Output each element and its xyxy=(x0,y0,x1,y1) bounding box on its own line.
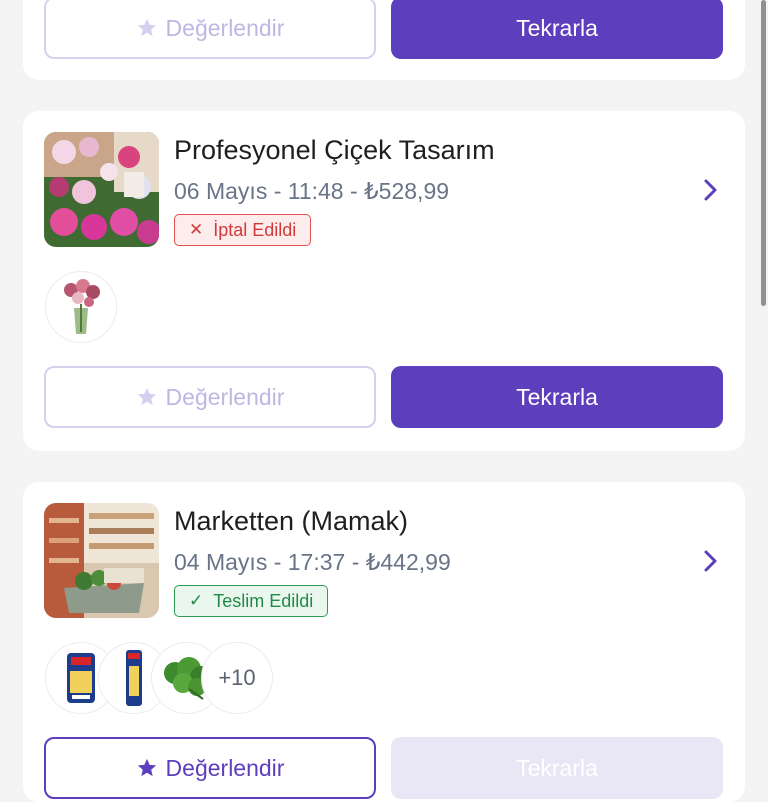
rate-button-label: Değerlendir xyxy=(165,383,285,410)
store-name: Profesyonel Çiçek Tasarım xyxy=(174,135,495,165)
repeat-button[interactable]: Tekrarla xyxy=(391,737,723,799)
order-card[interactable]: Profesyonel Çiçek Tasarım 06 Mayıs - 11:… xyxy=(23,111,745,451)
store-thumbnail xyxy=(44,503,159,618)
repeat-button-label: Tekrarla xyxy=(516,14,598,41)
repeat-button-label: Tekrarla xyxy=(516,383,598,410)
status-label: İptal Edildi xyxy=(213,219,297,240)
status-badge: ✓ Teslim Edildi xyxy=(174,585,329,617)
close-icon: ✕ xyxy=(189,220,204,239)
star-icon xyxy=(137,18,156,37)
rate-button[interactable]: Değerlendir xyxy=(44,0,376,59)
order-card[interactable]: Marketten (Mamak) 04 Mayıs - 17:37 - ₺44… xyxy=(23,482,745,802)
rate-button[interactable]: Değerlendir xyxy=(44,737,376,799)
check-icon: ✓ xyxy=(189,591,204,610)
scrollbar[interactable] xyxy=(761,0,766,306)
repeat-button[interactable]: Tekrarla xyxy=(391,366,723,428)
order-meta: 04 Mayıs - 17:37 - ₺442,99 xyxy=(174,549,451,575)
chevron-right-icon[interactable] xyxy=(703,178,719,202)
status-badge: ✕ İptal Edildi xyxy=(174,214,312,246)
rate-button[interactable]: Değerlendir xyxy=(44,366,376,428)
status-label: Teslim Edildi xyxy=(213,590,314,611)
more-items-count: +10 xyxy=(201,642,273,714)
store-name: Marketten (Mamak) xyxy=(174,506,409,536)
rate-button-label: Değerlendir xyxy=(165,14,285,41)
star-icon xyxy=(137,758,156,777)
star-icon xyxy=(137,387,156,406)
chevron-right-icon[interactable] xyxy=(703,549,719,573)
repeat-button-label: Tekrarla xyxy=(516,754,598,781)
product-thumbnail xyxy=(45,271,117,343)
more-items-label: +10 xyxy=(218,665,256,690)
order-card-top: Değerlendir Tekrarla xyxy=(23,0,745,80)
store-thumbnail xyxy=(44,132,159,247)
order-meta: 06 Mayıs - 11:48 - ₺528,99 xyxy=(174,178,450,204)
repeat-button[interactable]: Tekrarla xyxy=(391,0,723,59)
rate-button-label: Değerlendir xyxy=(165,754,285,781)
